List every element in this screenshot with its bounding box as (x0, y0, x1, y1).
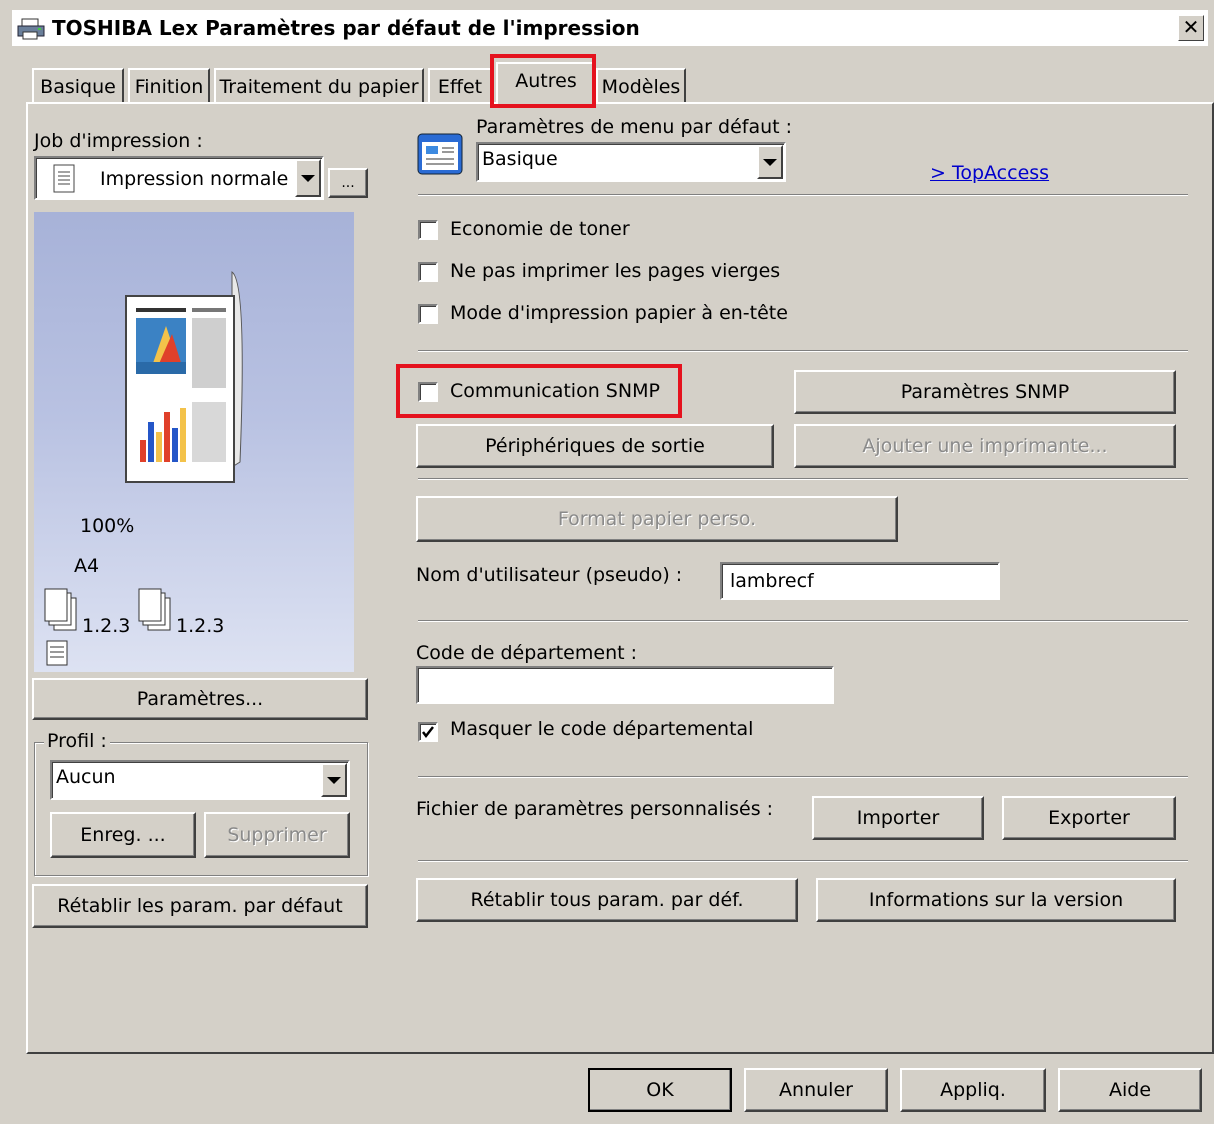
zoom-value: 100% (80, 515, 135, 537)
help-button[interactable]: Aide (1058, 1068, 1202, 1112)
job-label: Job d'impression : (34, 130, 203, 152)
button-label: Paramètres... (136, 688, 264, 710)
output-devices-button[interactable]: Périphériques de sortie (416, 424, 774, 468)
username-value: lambrecf (730, 570, 814, 592)
letterhead-label: Mode d'impression papier à en-tête (450, 302, 788, 324)
job-more-button[interactable]: ... (328, 168, 368, 198)
button-label: Aide (1108, 1079, 1152, 1101)
menu-defaults-label: Paramètres de menu par défaut : (476, 116, 793, 138)
button-label: Appliq. (940, 1079, 1006, 1101)
button-label: Supprimer (227, 824, 327, 846)
apply-button[interactable]: Appliq. (900, 1068, 1046, 1112)
document-icon (53, 164, 75, 193)
collate-a: 1.2.3 (82, 615, 131, 637)
menu-defaults-value: Basique (482, 148, 558, 170)
check-icon (422, 726, 434, 739)
divider (418, 776, 1188, 778)
parametres-button[interactable]: Paramètres... (32, 678, 368, 720)
profile-value: Aucun (56, 766, 116, 788)
delete-profile-button[interactable]: Supprimer (204, 812, 350, 858)
letterhead-checkbox[interactable] (418, 304, 438, 324)
tab-label: Traitement du papier (219, 76, 419, 98)
add-printer-button[interactable]: Ajouter une imprimante... (794, 424, 1176, 468)
tab-label: Modèles (601, 76, 681, 98)
highlight-snmp (396, 364, 682, 418)
button-label: Informations sur la version (868, 889, 1124, 911)
toner-checkbox[interactable] (418, 220, 438, 240)
username-label: Nom d'utilisateur (pseudo) : (416, 564, 683, 586)
export-button[interactable]: Exporter (1002, 796, 1176, 840)
button-label: Ajouter une imprimante... (862, 435, 1108, 457)
button-label: Périphériques de sortie (485, 435, 705, 457)
profile-label: Profil : (44, 730, 110, 752)
username-input[interactable]: lambrecf (720, 562, 1000, 600)
copies-icon (44, 588, 77, 631)
close-icon: ✕ (1182, 15, 1200, 39)
chevron-down-icon (321, 763, 347, 797)
close-button[interactable]: ✕ (1178, 15, 1204, 41)
button-label: ... (341, 175, 355, 191)
button-label: Annuler (779, 1079, 853, 1101)
dept-code-label: Code de département : (416, 642, 638, 664)
tab-traitement-papier[interactable]: Traitement du papier (214, 68, 424, 102)
button-label: Rétablir les param. par défaut (57, 895, 343, 917)
topaccess-link[interactable]: > TopAccess (930, 162, 1049, 184)
divider (418, 350, 1188, 352)
dept-code-input[interactable] (416, 666, 834, 704)
chevron-down-icon (295, 159, 321, 197)
chevron-down-icon (757, 145, 783, 179)
snmp-settings-button[interactable]: Paramètres SNMP (794, 370, 1176, 414)
job-select[interactable]: Impression normale (34, 156, 324, 200)
button-label: Format papier perso. (557, 508, 757, 530)
collate-b: 1.2.3 (176, 615, 225, 637)
import-button[interactable]: Importer (812, 796, 984, 840)
menu-settings-icon (417, 133, 463, 175)
title-bar: TOSHIBA Lex Paramètres par défaut de l'i… (12, 10, 1208, 46)
job-value: Impression normale (100, 168, 289, 190)
custom-paper-button[interactable]: Format papier perso. (416, 496, 898, 542)
cancel-button[interactable]: Annuler (744, 1068, 888, 1112)
tab-modeles[interactable]: Modèles (596, 68, 686, 102)
hide-dept-label: Masquer le code départemental (450, 718, 754, 740)
divider (418, 620, 1188, 622)
document-preview-icon (125, 271, 243, 483)
tab-label: Effet (437, 76, 483, 98)
paper-size: A4 (74, 555, 100, 577)
button-label: OK (646, 1079, 674, 1101)
version-info-button[interactable]: Informations sur la version (816, 878, 1176, 922)
printer-icon (17, 18, 45, 40)
page-icon (46, 640, 68, 666)
blank-pages-checkbox[interactable] (418, 262, 438, 282)
window-title: TOSHIBA Lex Paramètres par défaut de l'i… (52, 16, 640, 40)
tab-effet[interactable]: Effet (428, 68, 492, 102)
highlight-tab-autres (490, 54, 596, 108)
hide-dept-checkbox[interactable] (418, 722, 438, 742)
button-label: Paramètres SNMP (900, 381, 1070, 403)
blank-pages-label: Ne pas imprimer les pages vierges (450, 260, 781, 282)
save-profile-button[interactable]: Enreg. ... (50, 812, 196, 858)
button-label: Importer (856, 807, 940, 829)
menu-defaults-select[interactable]: Basique (476, 142, 786, 182)
divider (418, 860, 1188, 862)
profile-select[interactable]: Aucun (50, 760, 350, 800)
print-preview: 100% A4 1.2.3 1.2.3 (34, 212, 354, 672)
custom-file-label: Fichier de paramètres personnalisés : (416, 798, 774, 820)
divider (418, 194, 1188, 196)
button-label: Exporter (1048, 807, 1130, 829)
divider (418, 478, 1188, 480)
tab-label: Basique (40, 76, 116, 98)
ok-button[interactable]: OK (588, 1068, 732, 1112)
tab-basique[interactable]: Basique (32, 68, 124, 102)
toner-label: Economie de toner (450, 218, 630, 240)
button-label: Enreg. ... (80, 824, 166, 846)
button-label: Rétablir tous param. par déf. (470, 889, 744, 911)
tab-label: Finition (134, 76, 204, 98)
reset-all-button[interactable]: Rétablir tous param. par déf. (416, 878, 798, 922)
print-defaults-dialog: TOSHIBA Lex Paramètres par défaut de l'i… (0, 0, 1214, 1124)
reset-defaults-button[interactable]: Rétablir les param. par défaut (32, 884, 368, 928)
tab-finition[interactable]: Finition (128, 68, 210, 102)
collate-icon (138, 588, 171, 631)
